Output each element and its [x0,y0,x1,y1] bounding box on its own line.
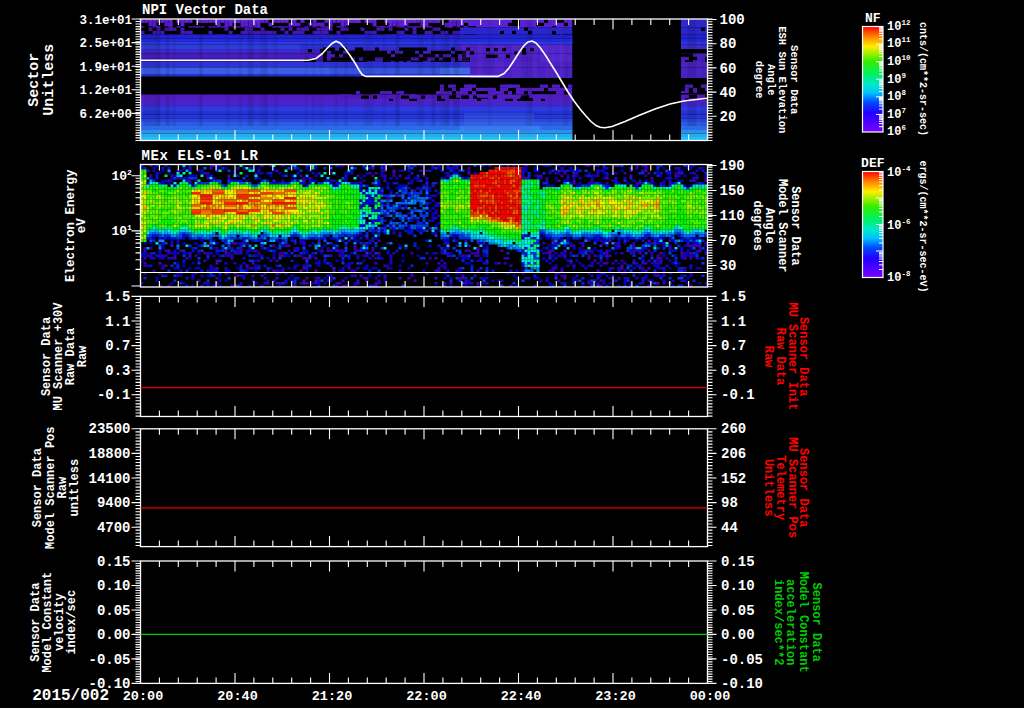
svg-text:0.10: 0.10 [97,578,131,594]
svg-text:21:20: 21:20 [312,689,353,704]
svg-text:14100: 14100 [88,471,130,487]
svg-text:20:00: 20:00 [123,689,164,704]
svg-text:00:00: 00:00 [690,689,731,704]
svg-text:MEx ELS-01 LR: MEx ELS-01 LR [142,148,259,164]
svg-text:20:40: 20:40 [217,689,258,704]
svg-text:100: 100 [720,12,745,28]
svg-text:-0.1: -0.1 [97,387,131,403]
svg-text:22:00: 22:00 [406,689,447,704]
svg-text:0.05: 0.05 [97,603,131,619]
svg-text:0.7: 0.7 [721,338,746,354]
svg-text:44: 44 [721,520,738,536]
svg-text:0.10: 0.10 [721,578,755,594]
svg-text:-0.05: -0.05 [721,652,763,668]
svg-text:80: 80 [720,36,737,52]
svg-text:0.05: 0.05 [721,603,755,619]
svg-text:152: 152 [721,471,746,487]
svg-text:1.1: 1.1 [721,314,746,330]
svg-text:0.00: 0.00 [97,627,131,643]
svg-text:2.5e+01: 2.5e+01 [79,37,132,51]
svg-text:DEF: DEF [861,156,885,171]
svg-text:1.9e+01: 1.9e+01 [79,61,132,75]
svg-text:-0.05: -0.05 [88,652,130,668]
svg-text:Sensor DataModel Constantaccel: Sensor DataModel Constantaccelerationind… [771,572,823,673]
svg-text:18800: 18800 [88,446,130,462]
svg-text:1.1: 1.1 [105,314,130,330]
svg-text:60: 60 [720,61,737,77]
svg-text:40: 40 [720,85,737,101]
svg-text:2015/002: 2015/002 [32,687,109,705]
svg-text:SectorUnitless: SectorUnitless [26,44,59,116]
svg-text:9400: 9400 [97,495,131,511]
svg-text:-0.1: -0.1 [721,387,755,403]
svg-text:98: 98 [721,495,738,511]
svg-text:22:40: 22:40 [501,689,542,704]
svg-text:206: 206 [721,446,746,462]
svg-text:4700: 4700 [97,520,131,536]
svg-text:3.1e+01: 3.1e+01 [79,14,132,28]
svg-text:0.3: 0.3 [721,363,746,379]
svg-text:ergs/(cm**2-sr-sec-eV): ergs/(cm**2-sr-sec-eV) [917,160,928,292]
svg-text:0.00: 0.00 [721,627,755,643]
svg-text:20: 20 [720,109,737,125]
svg-text:0.15: 0.15 [97,554,131,570]
svg-text:NPI Vector Data: NPI Vector Data [142,2,269,18]
svg-text:NF: NF [865,11,881,26]
svg-text:260: 260 [721,421,746,437]
svg-text:0.3: 0.3 [105,363,130,379]
svg-text:1.2e+01: 1.2e+01 [79,84,132,98]
svg-text:150: 150 [720,183,745,199]
svg-text:1.5: 1.5 [105,289,130,305]
svg-text:0.15: 0.15 [721,554,755,570]
svg-text:30: 30 [720,258,737,274]
svg-text:1.5: 1.5 [721,289,746,305]
svg-text:23:20: 23:20 [595,689,636,704]
svg-text:70: 70 [720,233,737,249]
svg-text:6.2e+00: 6.2e+00 [79,108,132,122]
svg-text:cnts/(cm**2-sr-sec): cnts/(cm**2-sr-sec) [917,22,928,136]
svg-text:0.7: 0.7 [105,338,130,354]
svg-text:110: 110 [720,208,745,224]
svg-text:23500: 23500 [88,421,130,437]
svg-text:190: 190 [720,158,745,174]
